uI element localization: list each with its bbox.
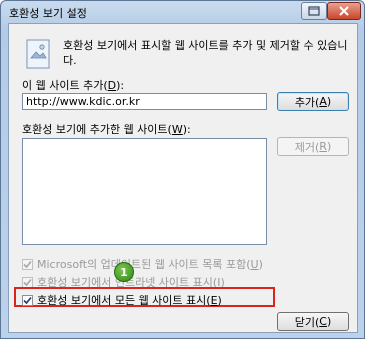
- all-sites-label: 호환성 보기에서 모든 웹 사이트 표시(E): [37, 294, 222, 307]
- dialog-content: 호환성 보기에서 표시할 웹 사이트를 추가 및 제거할 수 있습니다. 이 웹…: [8, 23, 358, 333]
- help-icon: [308, 6, 320, 16]
- help-button[interactable]: [301, 2, 327, 20]
- remove-button[interactable]: 제거(R): [277, 137, 349, 156]
- include-ms-list-checkbox[interactable]: [22, 258, 33, 270]
- add-site-label: 이 웹 사이트 추가(D):: [22, 79, 125, 92]
- close-window-button[interactable]: [327, 2, 361, 20]
- dialog-window: 호환성 보기 설정 호환성 보기에서 표시할 웹 사이트를 추가 및 제거할 수…: [0, 0, 365, 339]
- site-list[interactable]: [22, 138, 267, 245]
- close-button[interactable]: 닫기(C): [277, 312, 349, 331]
- website-input[interactable]: http://www.kdic.or.kr: [22, 93, 267, 110]
- checkmark-icon: [23, 278, 32, 286]
- close-icon: [339, 6, 349, 16]
- all-sites-option[interactable]: 호환성 보기에서 모든 웹 사이트 표시(E): [22, 292, 222, 308]
- step-badge: 1: [114, 262, 134, 282]
- intranet-checkbox[interactable]: [22, 276, 33, 288]
- all-sites-checkbox[interactable]: [22, 294, 33, 306]
- site-list-label: 호환성 보기에 추가한 웹 사이트(W):: [22, 123, 191, 136]
- include-ms-list-option[interactable]: Microsoft의 업데이트된 웹 사이트 목록 포함(U): [22, 256, 263, 272]
- info-text: 호환성 보기에서 표시할 웹 사이트를 추가 및 제거할 수 있습니다.: [63, 39, 348, 67]
- include-ms-list-label: Microsoft의 업데이트된 웹 사이트 목록 포함(U): [37, 258, 263, 271]
- title-bar[interactable]: 호환성 보기 설정: [1, 1, 364, 23]
- add-button[interactable]: 추가(A): [277, 92, 349, 111]
- checkmark-icon: [23, 296, 32, 304]
- window-title: 호환성 보기 설정: [9, 7, 87, 20]
- webpage-icon: [26, 39, 50, 69]
- checkmark-icon: [23, 260, 32, 268]
